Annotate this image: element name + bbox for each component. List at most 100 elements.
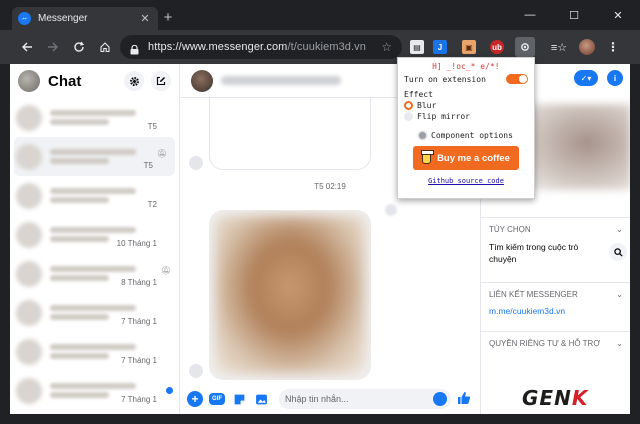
gif-button[interactable]: GIF — [209, 393, 225, 405]
sidebar-title: Chat — [48, 72, 82, 90]
info-icon[interactable]: i — [607, 70, 623, 86]
turn-on-row: Turn on extension — [398, 74, 534, 84]
options-section: TÙY CHỌN ⌄ Tìm kiếm trong cuộc trò chuyệ… — [481, 217, 630, 265]
conversation-item[interactable]: 7 Tháng 1 — [10, 371, 179, 410]
message-reaction-icon[interactable] — [385, 204, 397, 216]
extension-popup: H] _!oc_* e/*! Turn on extension Effect … — [397, 57, 535, 199]
chevron-down-icon-3: ⌄ — [616, 339, 623, 348]
new-message-icon[interactable] — [151, 71, 171, 91]
component-options-label: Component options — [431, 131, 513, 140]
conversation-time: 10 Tháng 1 — [116, 239, 157, 248]
conversation-item[interactable]: 8 Tháng 1 🔕︎ — [10, 254, 179, 293]
forward-arrow-icon[interactable] — [44, 38, 62, 56]
message-input[interactable] — [279, 389, 451, 409]
links-title: LIÊN KẾT MESSENGER — [489, 290, 578, 299]
links-header[interactable]: LIÊN KẾT MESSENGER ⌄ — [481, 283, 630, 306]
conversation-avatar — [16, 260, 42, 287]
address-bar[interactable]: https://www.messenger.com/t/cuukiem3d.vn… — [120, 35, 402, 59]
url-text: https://www.messenger.com/t/cuukiem3d.vn — [148, 41, 381, 53]
tab-strip: Messenger ✕ + — ☐ ✕ — [0, 0, 640, 30]
buy-coffee-label: Buy me a coffee — [437, 152, 510, 164]
flip-label: Flip mirror — [417, 112, 470, 121]
screen: Messenger ✕ + — ☐ ✕ https://www.messenge… — [0, 0, 640, 424]
extension-reader-icon[interactable]: ▤ — [410, 40, 424, 54]
links-section: LIÊN KẾT MESSENGER ⌄ m.me/cuukiem3d.vn — [481, 282, 630, 316]
tab-title: Messenger — [38, 13, 88, 24]
messenger-page: Chat T5 T5 🔕︎ T2 10 Tháng 18 Tháng 1 🔕︎ 7 Thán… — [10, 64, 630, 414]
contact-avatar[interactable] — [191, 69, 213, 92]
messenger-link[interactable]: m.me/cuukiem3d.vn — [481, 306, 630, 316]
conversation-item[interactable]: 7 Tháng 1 — [10, 293, 179, 332]
sticker-icon[interactable] — [231, 391, 247, 407]
conversation-list: T5 T5 🔕︎ T2 10 Tháng 18 Tháng 1 🔕︎ 7 Tháng 17 … — [10, 98, 179, 410]
more-actions-plus-icon[interactable]: + — [187, 391, 203, 407]
status-check-button[interactable]: ✓▾ — [574, 70, 598, 86]
extension-j-icon[interactable]: J — [433, 40, 447, 54]
search-in-conversation[interactable]: Tìm kiếm trong cuộc trò chuyện — [481, 241, 630, 265]
maximize-button[interactable]: ☐ — [552, 0, 596, 30]
chevron-down-icon-2: ⌄ — [616, 290, 623, 299]
extension-box-icon[interactable]: ▣ — [462, 40, 476, 54]
reading-list-icon[interactable]: ≡☆ — [551, 40, 567, 54]
home-icon[interactable] — [96, 38, 114, 56]
effect-label: Effect — [404, 90, 433, 99]
menu-icon[interactable]: ⋮ — [606, 40, 620, 54]
privacy-section: QUYỀN RIÊNG TƯ & HỖ TRỢ ⌄ — [481, 331, 630, 355]
conversation-item[interactable]: T2 — [10, 176, 179, 215]
close-window-button[interactable]: ✕ — [596, 0, 640, 30]
watermark-accent: K — [571, 386, 589, 410]
conversation-avatar — [16, 143, 42, 170]
chevron-down-icon: ⌄ — [616, 225, 623, 234]
new-tab-button[interactable]: + — [160, 10, 176, 26]
reload-icon[interactable] — [70, 38, 88, 56]
flip-radio[interactable] — [404, 112, 413, 121]
tab-close-icon[interactable]: ✕ — [138, 12, 152, 25]
privacy-header[interactable]: QUYỀN RIÊNG TƯ & HỖ TRỢ ⌄ — [481, 332, 630, 355]
lock-icon — [130, 42, 139, 55]
tab-messenger[interactable]: Messenger ✕ — [12, 7, 158, 30]
unread-indicator — [166, 387, 173, 394]
url-host: https://www.messenger.com — [148, 41, 288, 53]
conversation-avatar — [16, 182, 42, 209]
settings-gear-icon[interactable] — [124, 71, 144, 91]
image-icon[interactable] — [253, 391, 269, 407]
muted-icon: 🔕︎ — [160, 266, 171, 275]
effect-blur-option[interactable]: Blur — [398, 101, 534, 110]
conversation-item[interactable]: 7 Tháng 1 — [10, 332, 179, 371]
back-arrow-icon[interactable] — [18, 38, 36, 56]
github-link[interactable]: Github source code — [398, 177, 534, 185]
emoji-icon[interactable] — [433, 392, 447, 406]
image-message[interactable] — [209, 210, 371, 380]
bookmark-star-icon[interactable]: ☆ — [381, 40, 392, 54]
options-header[interactable]: TÙY CHỌN ⌄ — [481, 218, 630, 241]
message-composer: + GIF — [181, 384, 479, 414]
conversation-time: 7 Tháng 1 — [121, 317, 157, 326]
contact-name-blurred[interactable] — [221, 76, 341, 85]
conversation-item[interactable]: T5 🔕︎ — [14, 137, 175, 176]
coffee-cup-icon — [421, 150, 435, 164]
profile-avatar[interactable] — [579, 39, 595, 55]
component-options-icon — [419, 132, 427, 139]
conversation-time: 7 Tháng 1 — [121, 395, 157, 404]
conversation-time: 8 Tháng 1 — [121, 278, 157, 287]
conversation-item[interactable]: T5 — [10, 98, 179, 137]
extension-ublock-icon[interactable]: ub — [490, 40, 504, 54]
turn-on-toggle[interactable] — [506, 74, 528, 84]
thumbs-up-icon[interactable] — [457, 391, 473, 408]
blur-radio[interactable] — [404, 101, 413, 110]
buy-coffee-button[interactable]: Buy me a coffee — [413, 146, 519, 170]
search-icon[interactable] — [609, 243, 627, 261]
chat-sidebar: Chat T5 T5 🔕︎ T2 10 Tháng 18 Tháng 1 🔕︎ 7 Thán… — [10, 64, 180, 414]
minimize-button[interactable]: — — [508, 0, 552, 30]
url-path: /t/cuukiem3d.vn — [287, 41, 366, 53]
my-avatar[interactable] — [18, 70, 40, 92]
conversation-time: T5 — [143, 161, 153, 170]
conversation-item[interactable]: 10 Tháng 1 — [10, 215, 179, 254]
component-options-button[interactable]: Component options — [398, 131, 534, 140]
genk-watermark: GENK — [522, 386, 588, 410]
muted-icon: 🔕︎ — [156, 149, 167, 158]
message-bubble[interactable] — [209, 98, 371, 170]
effect-flip-option[interactable]: Flip mirror — [398, 112, 534, 121]
watermark-main: GEN — [522, 386, 572, 410]
extension-blur-icon[interactable] — [515, 37, 535, 57]
